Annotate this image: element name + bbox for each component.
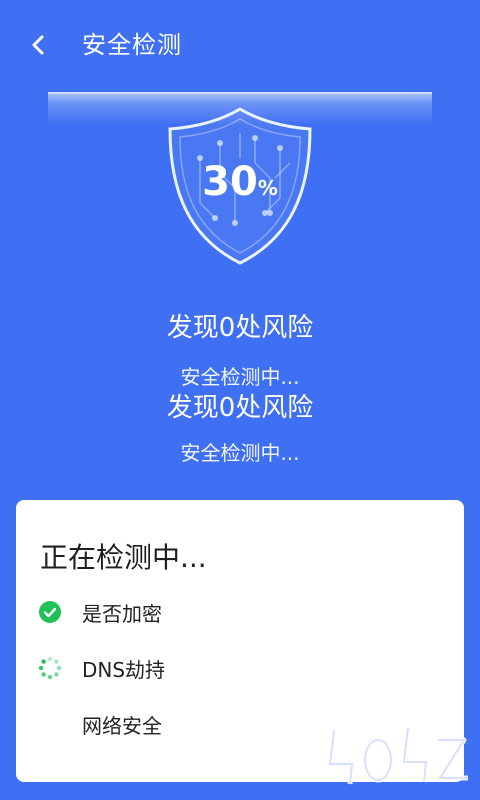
loading-spinner-icon [38,656,62,680]
page-title: 安全检测 [82,31,182,59]
shield-progress: 30% [160,103,320,271]
check-item-label: DNS劫持 [82,657,166,682]
chevron-left-icon [32,35,44,55]
check-item-label: 是否加密 [82,601,162,626]
check-item-label: 网络安全 [82,713,162,738]
progress-value: 30 [202,159,258,205]
header: 安全检测 [0,0,480,88]
risk-summary-1: 发现0处风险 [166,313,314,343]
watermark-logo [327,727,468,785]
progress-percent: 30% [160,159,320,205]
check-item-dns: DNS劫持 [38,654,418,682]
card-title: 正在检测中... [40,541,207,574]
progress-unit: % [257,176,278,200]
status-text-2: 安全检测中... [180,441,300,465]
status-text-1: 安全检测中... [180,365,300,389]
back-button[interactable] [22,28,56,62]
check-circle-icon [39,601,61,623]
risk-summary-2: 发现0处风险 [166,393,314,423]
pending-placeholder [38,712,62,736]
check-item-encryption: 是否加密 [38,598,418,626]
